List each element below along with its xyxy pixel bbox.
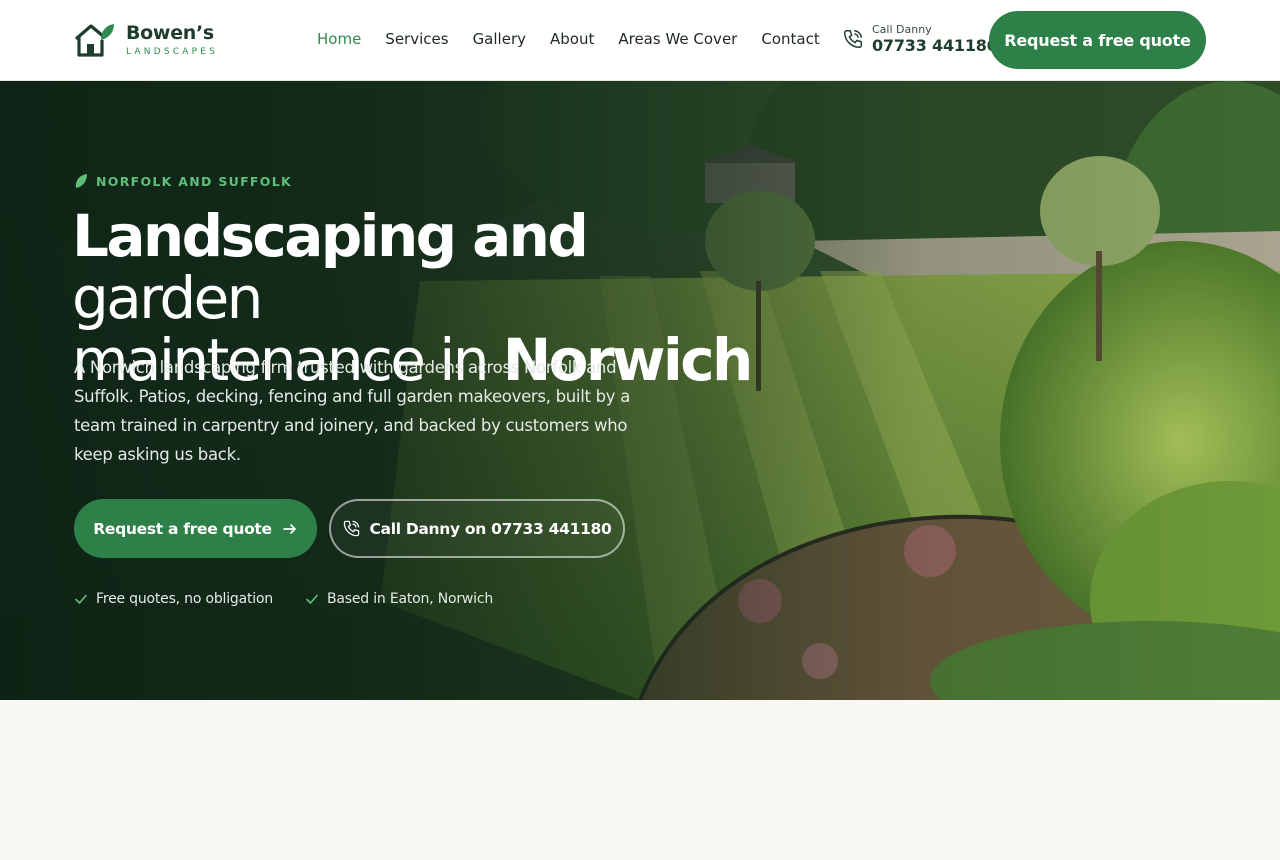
- trust-item: Based in Eaton, Norwich: [305, 591, 493, 607]
- trust-text: Free quotes, no obligation: [96, 591, 273, 607]
- call-number: 07733 441180: [872, 36, 998, 55]
- trust-item: Free quotes, no obligation: [74, 591, 273, 607]
- brand-name: Bowen’s: [126, 21, 214, 44]
- nav-item-about[interactable]: About: [550, 30, 594, 48]
- hero-description: A Norwich landscaping firm trusted with …: [74, 358, 630, 464]
- hero-call-button[interactable]: Call Danny on 07733 441180: [329, 499, 625, 558]
- logo[interactable]: Bowen’s LANDSCAPES: [74, 22, 218, 58]
- check-icon: [306, 594, 318, 604]
- brand-subtitle: LANDSCAPES: [126, 46, 219, 57]
- hero-section: NORFOLK AND SUFFOLK Landscaping and gard…: [0, 81, 1280, 700]
- hero-eyebrow: NORFOLK AND SUFFOLK: [74, 173, 292, 189]
- hero-quote-button[interactable]: Request a free quote: [74, 499, 317, 558]
- hero-title-part-2: garden: [72, 264, 263, 332]
- check-icon: [75, 594, 87, 604]
- arrow-right-icon: [282, 523, 296, 534]
- content-section-below-hero: [0, 700, 1280, 860]
- nav-item-services[interactable]: Services: [385, 30, 448, 48]
- nav-item-gallery[interactable]: Gallery: [473, 30, 526, 48]
- hero-title-part-1: Landscaping and: [72, 202, 589, 270]
- house-leaf-logo-icon: [75, 24, 114, 57]
- trust-points: Free quotes, no obligation Based in Eato…: [74, 591, 493, 607]
- phone-icon: [344, 520, 360, 537]
- leaf-icon: [75, 174, 87, 188]
- hero-quote-button-label: Request a free quote: [93, 519, 272, 538]
- trust-text: Based in Eaton, Norwich: [327, 591, 493, 607]
- nav-item-home[interactable]: Home: [317, 30, 361, 48]
- site-header: Bowen’s LANDSCAPES Home Services Gallery…: [0, 0, 1280, 81]
- header-quote-button[interactable]: Request a free quote: [989, 11, 1206, 69]
- main-nav: Home Services Gallery About Areas We Cov…: [317, 30, 820, 48]
- eyebrow-text: NORFOLK AND SUFFOLK: [96, 173, 292, 189]
- call-label: Call Danny: [872, 23, 932, 36]
- nav-item-contact[interactable]: Contact: [761, 30, 819, 48]
- header-call-link[interactable]: Call Danny 07733 441180: [842, 24, 998, 54]
- nav-item-areas-we-cover[interactable]: Areas We Cover: [618, 30, 737, 48]
- phone-icon: [844, 30, 862, 48]
- hero-call-button-label: Call Danny on 07733 441180: [369, 519, 612, 538]
